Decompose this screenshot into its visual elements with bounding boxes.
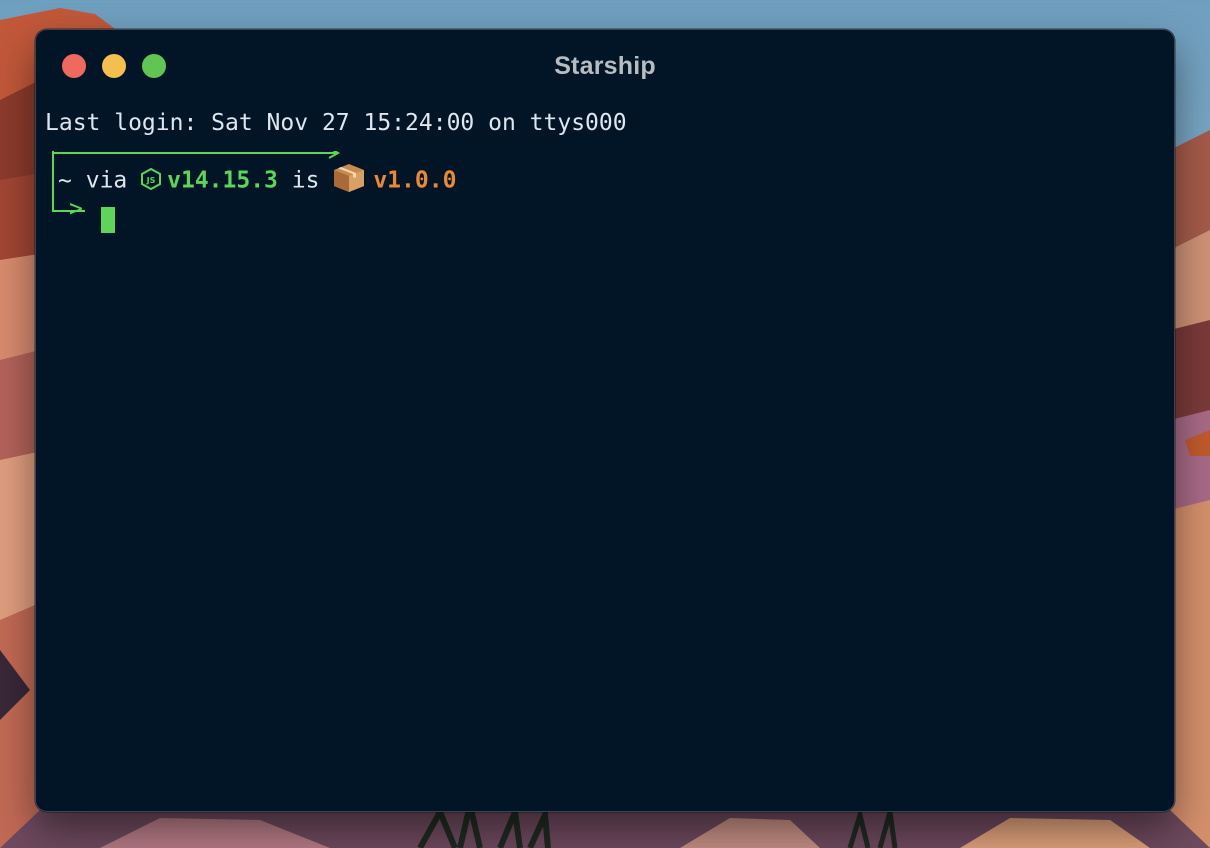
via-label: via (85, 167, 128, 194)
title-bar[interactable]: Starship (36, 30, 1174, 102)
package-box-icon (334, 164, 365, 192)
nodejs-icon: JS (141, 168, 162, 190)
is-label: is (291, 167, 320, 194)
continuation-arrow: > (69, 196, 83, 222)
terminal-content[interactable]: Last login: Sat Nov 27 15:24:00 on ttys0… (45, 106, 627, 366)
prompt-line: ~ via JS v14.15.3 is v1.0.0 (45, 164, 457, 196)
terminal-window[interactable]: Starship Last login: Sat Nov 27 15:24:00… (35, 29, 1175, 812)
current-directory: ~ (58, 167, 72, 194)
window-title: Starship (554, 52, 656, 80)
last-login-line: Last login: Sat Nov 27 15:24:00 on ttys0… (45, 110, 627, 136)
node-version: v14.15.3 (167, 167, 278, 194)
svg-text:JS: JS (146, 176, 156, 185)
text-cursor[interactable] (101, 207, 115, 233)
package-version: v1.0.0 (373, 167, 457, 194)
